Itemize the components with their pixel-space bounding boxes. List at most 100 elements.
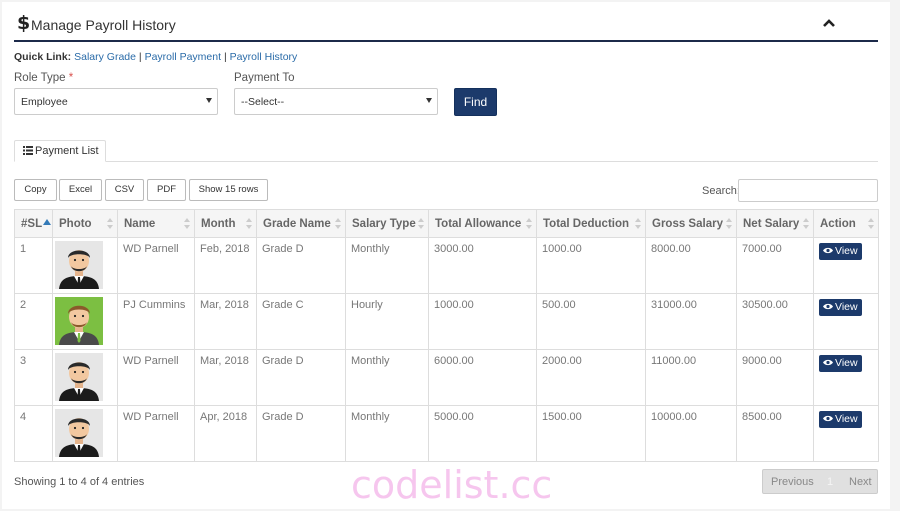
cell-total-deduction: 2000.00 — [536, 349, 646, 406]
column-header-total-deduction[interactable]: Total Deduction — [536, 209, 646, 238]
cell-sl: 2 — [14, 293, 53, 350]
column-header-photo[interactable]: Photo — [52, 209, 118, 238]
cell-action: View — [813, 237, 879, 294]
link-payroll-payment[interactable]: Payroll Payment — [145, 51, 221, 63]
cell-name: WD Parnell — [117, 405, 195, 462]
cell-sl: 1 — [14, 237, 53, 294]
pagination: Previous 1 Next — [762, 469, 878, 494]
cell-name: PJ Cummins — [117, 293, 195, 350]
eye-icon — [823, 415, 833, 422]
table-row: 1 WD Parnell Feb, 2018 Grade D Monthly 3000.0… — [14, 237, 879, 294]
view-button[interactable]: View — [819, 411, 862, 428]
sort-asc-icon — [43, 218, 52, 225]
payment-table: #SL Photo Name Month Grade Name Salary T… — [14, 209, 879, 462]
cell-total-allowance: 1000.00 — [428, 293, 537, 350]
next-button[interactable]: Next — [849, 476, 872, 488]
sort-icon — [803, 218, 809, 229]
link-payroll-history[interactable]: Payroll History — [230, 51, 298, 63]
cell-gross-salary: 11000.00 — [645, 349, 737, 406]
sort-icon — [635, 218, 641, 229]
link-salary-grade[interactable]: Salary Grade — [74, 51, 136, 63]
chevron-up-icon[interactable] — [822, 16, 836, 30]
cell-sl: 4 — [14, 405, 53, 462]
cell-month: Mar, 2018 — [194, 349, 257, 406]
cell-total-deduction: 1000.00 — [536, 237, 646, 294]
man-suit-avatar — [55, 353, 103, 401]
show-rows-button[interactable]: Show 15 rows — [189, 179, 268, 201]
cell-net-salary: 8500.00 — [736, 405, 814, 462]
cell-grade-name: Grade D — [256, 405, 346, 462]
watermark: codelist.cc — [351, 463, 553, 507]
column-header-month[interactable]: Month — [194, 209, 257, 238]
cell-salary-type: Monthly — [345, 405, 429, 462]
sort-icon — [335, 218, 341, 229]
search-label: Search: — [702, 185, 740, 197]
cell-total-deduction: 500.00 — [536, 293, 646, 350]
column-header-name[interactable]: Name — [117, 209, 195, 238]
cell-month: Feb, 2018 — [194, 237, 257, 294]
sort-icon — [246, 218, 252, 229]
cell-net-salary: 30500.00 — [736, 293, 814, 350]
sort-icon — [526, 218, 532, 229]
cell-gross-salary: 31000.00 — [645, 293, 737, 350]
pdf-button[interactable]: PDF — [147, 179, 186, 201]
cell-action: View — [813, 405, 879, 462]
copy-button[interactable]: Copy — [14, 179, 57, 201]
cell-salary-type: Hourly — [345, 293, 429, 350]
cell-grade-name: Grade C — [256, 293, 346, 350]
quick-links: Quick Link: Salary Grade | Payroll Payme… — [14, 51, 297, 63]
sort-icon — [107, 218, 113, 229]
tab-divider — [14, 161, 878, 162]
search-input[interactable] — [738, 179, 878, 202]
dropdown-arrow-icon — [426, 98, 432, 103]
role-type-select[interactable]: Employee — [14, 88, 218, 115]
role-type-label: Role Type * — [14, 72, 74, 84]
column-header-total-allowance[interactable]: Total Allowance — [428, 209, 537, 238]
view-button[interactable]: View — [819, 243, 862, 260]
cell-grade-name: Grade D — [256, 237, 346, 294]
cell-month: Mar, 2018 — [194, 293, 257, 350]
cell-gross-salary: 10000.00 — [645, 405, 737, 462]
column-header-sl[interactable]: #SL — [14, 209, 53, 238]
cell-photo — [52, 405, 118, 462]
view-button[interactable]: View — [819, 299, 862, 316]
cell-total-deduction: 1500.00 — [536, 405, 646, 462]
page-number[interactable]: 1 — [827, 476, 833, 488]
column-header-net-salary[interactable]: Net Salary — [736, 209, 814, 238]
cell-net-salary: 7000.00 — [736, 237, 814, 294]
excel-button[interactable]: Excel — [59, 179, 102, 201]
column-header-gross-salary[interactable]: Gross Salary — [645, 209, 737, 238]
cell-total-allowance: 6000.00 — [428, 349, 537, 406]
cell-month: Apr, 2018 — [194, 405, 257, 462]
column-header-salary-type[interactable]: Salary Type — [345, 209, 429, 238]
find-button[interactable]: Find — [454, 88, 497, 116]
cell-photo — [52, 293, 118, 350]
cell-action: View — [813, 293, 879, 350]
eye-icon — [823, 359, 833, 366]
tab-payment-list[interactable]: Payment List — [14, 140, 106, 162]
eye-icon — [823, 303, 833, 310]
cell-photo — [52, 237, 118, 294]
column-header-grade-name[interactable]: Grade Name — [256, 209, 346, 238]
dollar-icon: $ — [17, 12, 31, 34]
table-header-row: #SL Photo Name Month Grade Name Salary T… — [14, 209, 879, 238]
payment-to-label: Payment To — [234, 72, 295, 84]
page-title: Manage Payroll History — [31, 17, 176, 33]
column-header-action[interactable]: Action — [813, 209, 879, 238]
payment-to-select[interactable]: --Select-- — [234, 88, 438, 115]
cell-photo — [52, 349, 118, 406]
previous-button[interactable]: Previous — [771, 476, 814, 488]
dropdown-arrow-icon — [206, 98, 212, 103]
cell-total-allowance: 3000.00 — [428, 237, 537, 294]
table-info: Showing 1 to 4 of 4 entries — [14, 476, 145, 488]
csv-button[interactable]: CSV — [105, 179, 144, 201]
link-separator: | — [138, 51, 142, 63]
cell-net-salary: 9000.00 — [736, 349, 814, 406]
list-icon — [23, 146, 33, 155]
man-suit-avatar — [55, 409, 103, 457]
table-row: 2 PJ Cummins Mar, 2018 Grade C Hourly 1000.00… — [14, 293, 879, 350]
quick-link-label: Quick Link: — [14, 51, 72, 63]
cell-total-allowance: 5000.00 — [428, 405, 537, 462]
sort-icon — [726, 218, 732, 229]
view-button[interactable]: View — [819, 355, 862, 372]
